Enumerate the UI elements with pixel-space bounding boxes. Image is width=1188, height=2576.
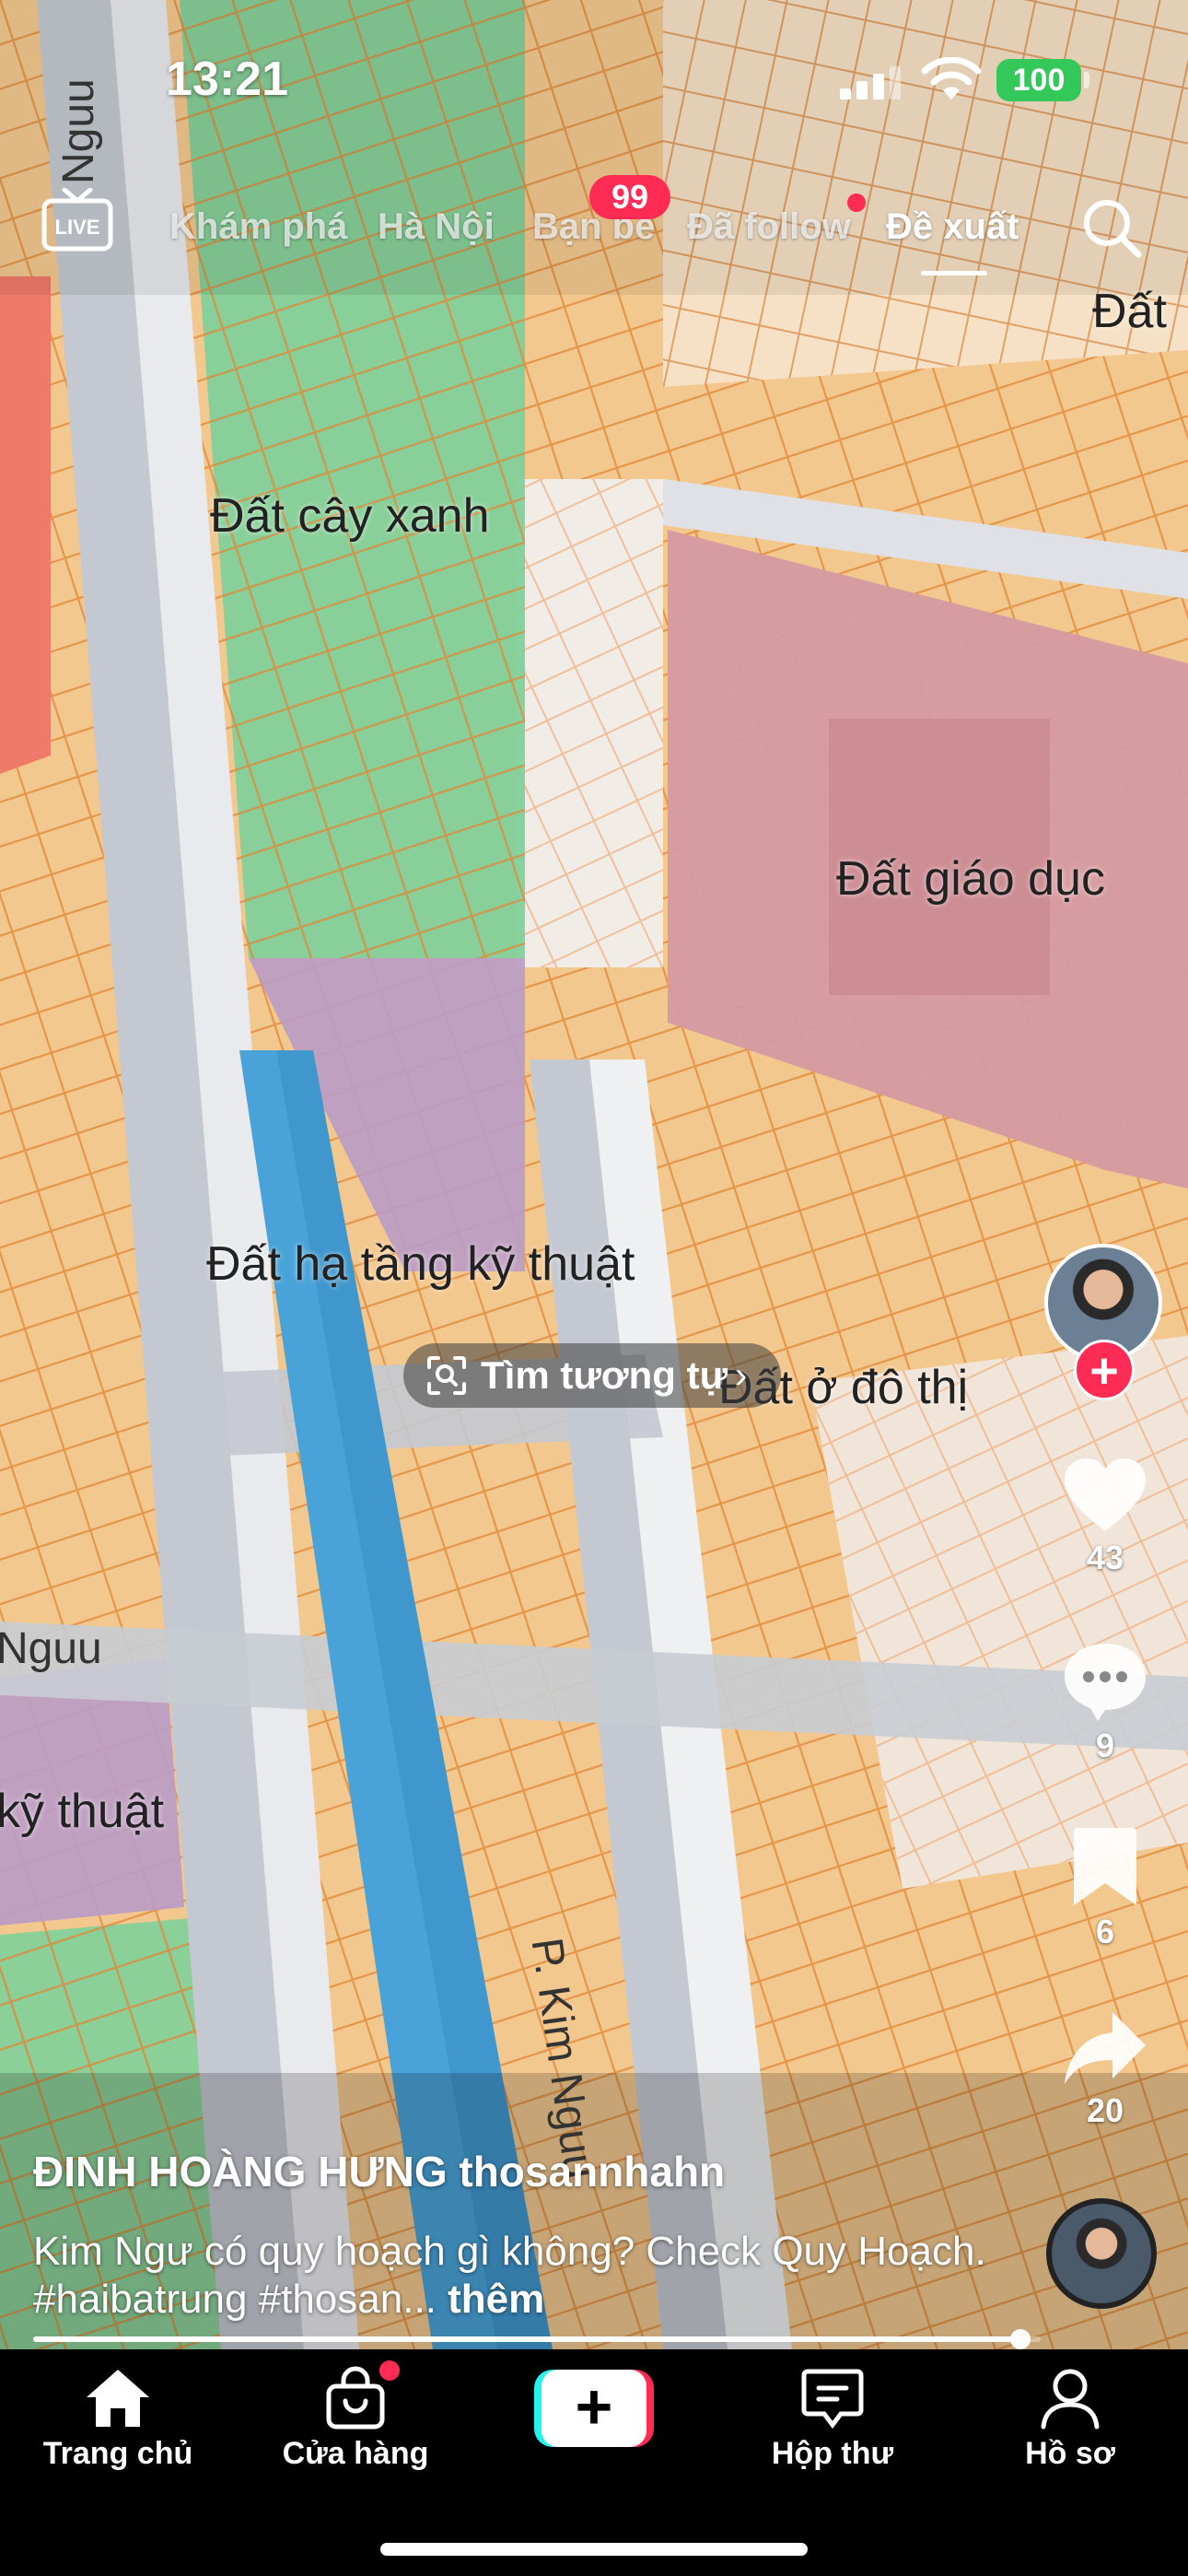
zone-label-education: Đất giáo dục: [836, 852, 1105, 906]
comment-button[interactable]: 9: [1031, 1640, 1179, 1765]
like-count: 43: [1086, 1539, 1124, 1576]
like-button[interactable]: 43: [1031, 1456, 1179, 1577]
share-button[interactable]: 20: [1031, 2008, 1179, 2130]
home-indicator: [380, 2543, 808, 2556]
find-similar-button[interactable]: Tìm tương tự ›: [403, 1343, 781, 1408]
map-video-frame[interactable]: Đất cây xanh Đất giáo dục Đất hạ tầng kỹ…: [0, 0, 1188, 2349]
follow-plus-button[interactable]: +: [1074, 1340, 1135, 1400]
zone-label-green: Đất cây xanh: [210, 489, 490, 543]
planning-map: [0, 0, 1188, 2349]
nav-home-label: Trang chủ: [42, 2436, 193, 2471]
following-dot: [847, 193, 866, 212]
profile-icon: [1041, 2369, 1100, 2430]
heart-icon: [1065, 1458, 1146, 1531]
road-label-left: Nguu: [0, 1624, 102, 1673]
video-description[interactable]: Kim Ngư có quy hoạch gì không? Check Quy…: [33, 2228, 1009, 2324]
zone-label-top-right: Đất: [1092, 285, 1167, 338]
progress-fill: [33, 2336, 1021, 2342]
comment-count: 9: [1095, 1727, 1115, 1764]
nav-home[interactable]: Trang chủ: [26, 2366, 210, 2472]
nav-shop-label: Cửa hàng: [282, 2436, 429, 2471]
music-disc[interactable]: [1046, 2198, 1157, 2309]
zone-label-left: kỹ thuật: [0, 1785, 165, 1838]
nav-inbox[interactable]: Hộp thư: [740, 2366, 925, 2472]
tab-following[interactable]: Đã follow: [687, 206, 851, 248]
video-progress-bar[interactable]: [33, 2329, 1041, 2349]
status-time: 13:21: [166, 53, 288, 106]
scan-search-icon: [427, 1356, 466, 1395]
share-icon: [1065, 2012, 1146, 2084]
progress-knob[interactable]: [1010, 2329, 1031, 2349]
nav-profile-label: Hồ sơ: [1025, 2436, 1115, 2471]
find-similar-label: Tìm tương tự: [481, 1353, 728, 1397]
tab-hanoi[interactable]: Hà Nội: [378, 206, 495, 248]
chevron-right-icon: ›: [734, 1354, 748, 1396]
battery-tip: [1084, 72, 1089, 88]
nav-profile[interactable]: Hồ sơ: [978, 2366, 1162, 2472]
nav-inbox-label: Hộp thư: [771, 2436, 894, 2471]
video-caption: ĐINH HOÀNG HƯNG thosannhahn Kim Ngư có q…: [33, 2147, 1009, 2324]
share-count: 20: [1086, 2091, 1124, 2129]
svg-text:LIVE: LIVE: [55, 216, 100, 239]
see-more-link[interactable]: thêm: [448, 2277, 544, 2322]
tab-for-you[interactable]: Đề xuất: [886, 206, 1019, 248]
tab-explore[interactable]: Khám phá: [169, 206, 347, 248]
search-icon[interactable]: [1079, 195, 1144, 260]
battery-indicator: 100: [996, 59, 1081, 101]
inbox-icon: [801, 2369, 864, 2430]
wifi-icon: [921, 57, 982, 100]
plus-icon: +: [542, 2370, 646, 2447]
zone-label-technical: Đất hạ tầng kỹ thuật: [206, 1237, 635, 1291]
bookmark-icon: [1074, 1828, 1136, 1905]
comment-icon: [1065, 1644, 1146, 1721]
create-button[interactable]: +: [534, 2370, 654, 2447]
nav-shop[interactable]: Cửa hàng: [263, 2366, 448, 2472]
save-button[interactable]: 6: [1031, 1824, 1179, 1951]
author-name[interactable]: ĐINH HOÀNG HƯNG thosannhahn: [33, 2147, 1009, 2196]
shopping-bag-icon: [326, 2366, 385, 2430]
save-count: 6: [1095, 1913, 1115, 1950]
active-tab-underline: [921, 271, 987, 275]
top-feed-tabs: LIVE Khám phá Hà Nội Bạn bè 99 Đã follow…: [0, 175, 1188, 276]
status-bar: 13:21 100: [0, 0, 1188, 157]
friends-badge: 99: [589, 175, 670, 219]
cellular-signal-icon: [840, 66, 901, 100]
home-icon: [87, 2370, 149, 2427]
shop-notification-dot: [379, 2360, 400, 2381]
live-icon[interactable]: LIVE: [41, 188, 114, 252]
